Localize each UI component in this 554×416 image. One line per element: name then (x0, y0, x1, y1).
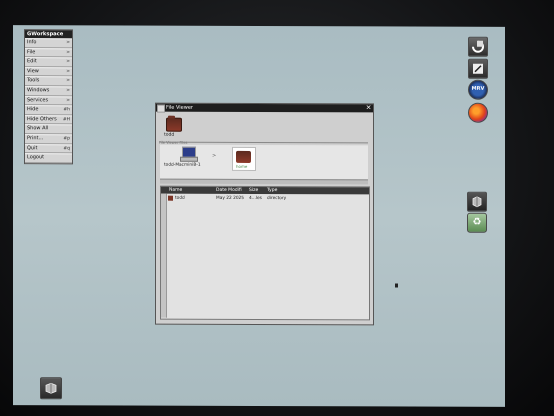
viewer-glyph (45, 382, 57, 394)
computer-icon[interactable] (180, 146, 198, 162)
row-date: May 22 2025 (216, 195, 245, 201)
mrv-icon[interactable]: MRV (468, 79, 488, 100)
divider (160, 141, 368, 144)
shelf-folder-label: todd (164, 132, 175, 138)
recycle-glyph: ♻ (472, 216, 482, 228)
column-name[interactable]: Name (169, 187, 182, 194)
folder-icon (168, 195, 173, 201)
menu-item-hide[interactable]: Hide #h (25, 105, 72, 116)
horizontal-scrollbar[interactable] (160, 178, 368, 185)
menu-item-print[interactable]: Print... #p (25, 134, 72, 144)
gworkspace-icon[interactable] (468, 36, 488, 57)
terminal-icon[interactable] (468, 58, 488, 79)
file-list: Name Date Modifi Size Type todd May 22 2… (160, 185, 370, 321)
shelf: todd File Viewer Files (159, 116, 368, 145)
home-label: home (236, 163, 248, 169)
menu-item-edit[interactable]: Edit > (25, 57, 72, 68)
window-title: File Viewer (166, 104, 193, 111)
appicon-viewer[interactable] (40, 377, 62, 400)
row-size: 4...les (249, 195, 262, 202)
column-type[interactable]: Type (267, 187, 277, 194)
menu-item-info[interactable]: Info > (25, 38, 72, 48)
firefox-icon[interactable] (468, 102, 488, 123)
menu-item-hide-others[interactable]: Hide Others #H (25, 114, 72, 125)
row-name: todd (175, 195, 185, 201)
gworkspace-glyph (472, 40, 484, 53)
menu-item-file[interactable]: File > (25, 47, 72, 58)
viewer-icon[interactable] (467, 191, 487, 212)
viewer-glyph (472, 196, 482, 208)
menu-item-logout[interactable]: Logout (25, 153, 72, 164)
window-titlebar[interactable]: File Viewer × (156, 103, 373, 113)
mouse-cursor (395, 283, 398, 288)
menu-item-windows[interactable]: Windows > (25, 86, 72, 96)
miniaturize-button[interactable] (157, 104, 165, 113)
row-type: directory (267, 196, 287, 202)
terminal-glyph (473, 63, 483, 74)
list-header: Name Date Modifi Size Type (161, 186, 369, 195)
table-row[interactable]: todd May 22 2025 4...les directory (161, 195, 369, 203)
folder-icon[interactable] (166, 117, 182, 132)
vertical-scrollbar[interactable] (161, 193, 167, 318)
menu-item-quit[interactable]: Quit #q (25, 143, 72, 154)
menu-item-show-all[interactable]: Show All (25, 124, 72, 135)
main-menu: GWorkspace Info > File > Edit > View > Tools… (24, 29, 73, 165)
menu-item-services[interactable]: Services > (25, 95, 72, 106)
file-viewer-window: File Viewer × todd File Viewer Files tod… (155, 102, 374, 326)
menu-item-tools[interactable]: Tools > (25, 76, 72, 87)
menu-title[interactable]: GWorkspace (25, 30, 72, 39)
column-date[interactable]: Date Modifi (216, 187, 242, 194)
desktop: GWorkspace Info > File > Edit > View > Tools… (13, 25, 505, 407)
mrv-label: MRV (471, 85, 485, 92)
computer-label: todd-MacminiB-1 (164, 162, 201, 168)
computer-base-shape (180, 156, 198, 162)
close-button[interactable]: × (365, 103, 372, 111)
recycler-icon[interactable]: ♻ (467, 212, 487, 233)
path-separator: > (212, 152, 217, 159)
home-folder-selected[interactable]: home (232, 146, 256, 171)
column-size[interactable]: Size (249, 187, 258, 194)
menu-item-view[interactable]: View > (25, 66, 72, 77)
path-browser: todd-MacminiB-1 > home (160, 144, 368, 180)
folder-icon (236, 150, 251, 163)
